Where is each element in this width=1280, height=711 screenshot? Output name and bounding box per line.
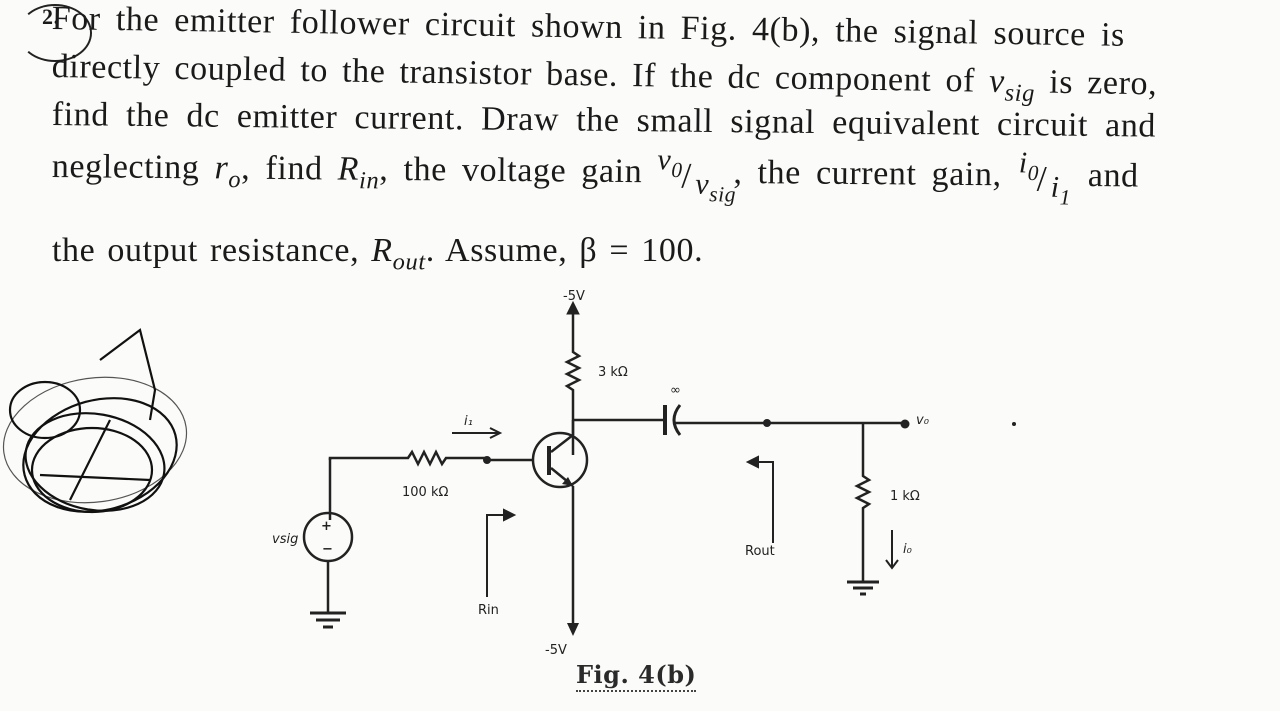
circuit-diagram: -5V 3 kΩ ∞ v₀ 1 kΩ i₀ Rout -5V 100 kΩ i₁… [2,289,1016,658]
input-current-arrow-icon [452,427,503,439]
npn-transistor [531,420,589,489]
output-current-arrow-icon [885,530,899,570]
stray-mark [1012,422,1016,426]
rin-arrow-right-icon [503,508,517,522]
output-terminal [900,419,910,429]
base-resistor [328,449,487,467]
supply-bottom-label: -5V [545,643,567,658]
rout-arrow-left-icon [745,455,759,469]
output-voltage-label: v₀ [916,413,930,428]
rin-label: Rin [478,603,499,618]
handwritten-scribble [2,328,188,514]
load-resistor [854,423,872,582]
capacitor-value-label: ∞ [670,383,681,398]
supply-top-label: -5V [563,289,585,304]
base-resistor-label: 100 kΩ [402,485,448,500]
figure-caption: Fig. 4(b) [576,660,697,692]
input-current-label: i₁ [464,414,473,429]
load-resistor-label: 1 kΩ [890,489,920,504]
supply-arrow-down-icon [567,623,579,636]
rout-indicator [745,455,774,543]
rin-indicator [486,508,517,597]
top-supply [566,300,580,350]
load-ground-icon [847,580,879,596]
source-plus-sign: + [321,519,332,534]
signal-source: + − [302,511,354,563]
source-ground-icon [310,611,346,629]
source-label: vsig [272,532,298,547]
rout-label: Rout [745,544,775,559]
collector-resistor-label: 3 kΩ [598,365,628,380]
output-current-label: i₀ [903,542,913,557]
source-minus-sign: − [322,542,333,557]
coupling-capacitor [663,404,682,436]
